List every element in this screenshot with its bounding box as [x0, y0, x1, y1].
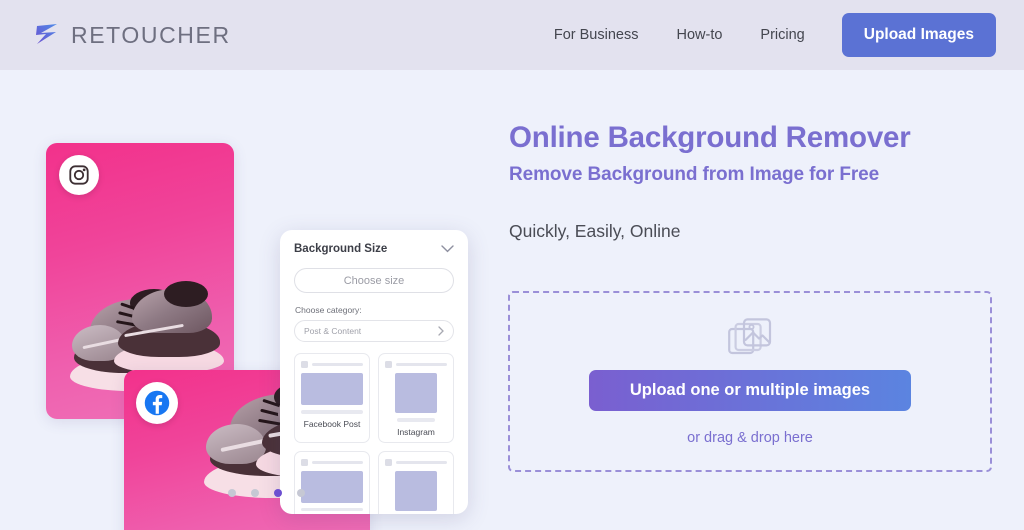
- carousel-dot-2[interactable]: [251, 489, 259, 497]
- preview-thumbnail: [301, 373, 363, 405]
- upload-multiple-images-button[interactable]: Upload one or multiple images: [589, 369, 911, 411]
- card-meta-row: [301, 458, 363, 466]
- carousel-dot-4[interactable]: [297, 489, 305, 497]
- choose-size-label: Choose size: [343, 274, 405, 287]
- logo[interactable]: RETOUCHER: [32, 20, 231, 50]
- carousel-dot-1[interactable]: [228, 489, 236, 497]
- avatar-placeholder: [301, 361, 308, 368]
- text-placeholder: [396, 363, 447, 366]
- preview-thumbnail: [395, 373, 437, 413]
- avatar-placeholder: [385, 458, 392, 466]
- preset-label: Facebook Post: [303, 418, 361, 429]
- hero-illustration: Background Size Choose size Choose categ…: [0, 70, 509, 530]
- avatar-placeholder: [301, 458, 308, 466]
- main-nav: For Business How-to Pricing Upload Image…: [535, 13, 996, 57]
- nav-item-how-to[interactable]: How-to: [657, 27, 741, 43]
- card-meta-row: [385, 458, 447, 466]
- preset-label: Instagram: [397, 426, 435, 437]
- facebook-icon: [144, 390, 170, 416]
- text-placeholder: [396, 460, 447, 464]
- background-size-panel: Background Size Choose size Choose categ…: [280, 230, 468, 514]
- nav-item-for-business[interactable]: For Business: [535, 27, 658, 43]
- category-select[interactable]: Post & Content: [294, 320, 454, 342]
- stacked-images-icon-wrap: [728, 317, 772, 361]
- preview-thumbnail: [301, 470, 363, 503]
- line-placeholder: [301, 507, 363, 511]
- panel-title: Background Size: [294, 243, 388, 255]
- retoucher-logo-mark-icon: [36, 24, 57, 44]
- nav-item-pricing[interactable]: Pricing: [741, 27, 823, 43]
- drag-drop-hint: or drag & drop here: [687, 429, 813, 446]
- preset-card-3[interactable]: [294, 450, 370, 514]
- card-meta-row: [301, 361, 363, 368]
- category-value: Post & Content: [304, 326, 362, 336]
- instagram-badge: [59, 155, 99, 195]
- chevron-right-icon: [438, 326, 444, 336]
- choose-category-label: Choose category:: [295, 305, 362, 315]
- stacked-images-icon: [728, 317, 772, 354]
- text-placeholder: [312, 460, 363, 464]
- page-subtitle: Remove Background from Image for Free: [509, 164, 880, 186]
- preset-grid: Facebook Post Instagram: [294, 353, 454, 514]
- card-meta-row: [385, 361, 447, 368]
- choose-size-button[interactable]: Choose size: [294, 268, 454, 293]
- page-title: Online Background Remover: [509, 121, 911, 154]
- preset-card-instagram[interactable]: Instagram: [378, 353, 454, 443]
- logo-text: RETOUCHER: [71, 21, 231, 48]
- chevron-down-icon[interactable]: [441, 245, 454, 253]
- line-placeholder: [396, 418, 436, 422]
- upload-dropzone[interactable]: Upload one or multiple images or drag & …: [508, 291, 992, 472]
- preview-thumbnail: [395, 470, 437, 511]
- line-placeholder: [301, 410, 363, 414]
- panel-header[interactable]: Background Size: [294, 243, 454, 255]
- avatar-placeholder: [385, 361, 392, 368]
- facebook-badge: [136, 382, 178, 424]
- text-placeholder: [312, 363, 363, 366]
- hero-text-block: Online Background Remover Remove Backgro…: [509, 120, 1004, 242]
- carousel-dots: [228, 489, 305, 497]
- site-header: RETOUCHER For Business How-to Pricing Up…: [0, 0, 1024, 70]
- preset-card-facebook-post[interactable]: Facebook Post: [294, 353, 370, 443]
- upload-images-button[interactable]: Upload Images: [841, 13, 996, 57]
- hero-tagline: Quickly, Easily, Online: [509, 221, 681, 242]
- instagram-icon: [69, 165, 89, 185]
- carousel-dot-3[interactable]: [274, 489, 282, 497]
- preset-card-4[interactable]: [378, 450, 454, 514]
